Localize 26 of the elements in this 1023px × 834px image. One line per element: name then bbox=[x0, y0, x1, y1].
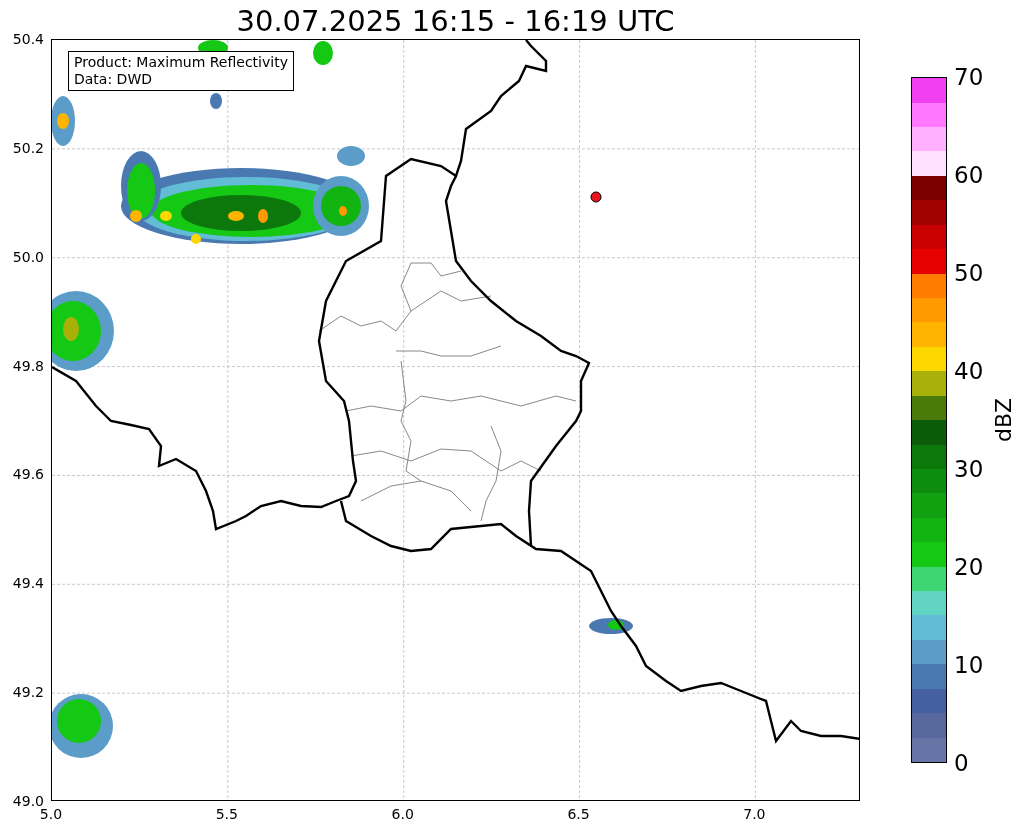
y-tick-label: 50.2 bbox=[11, 139, 44, 157]
colorbar-tick-label: 60 bbox=[954, 162, 984, 188]
colorbar-tick-label: 30 bbox=[954, 456, 984, 482]
x-tick-label: 5.5 bbox=[214, 806, 239, 823]
colorbar-tick-label: 50 bbox=[954, 260, 984, 286]
location-marker-icon bbox=[590, 191, 602, 203]
y-tick-label: 49.0 bbox=[11, 793, 44, 809]
x-tick-label: 6.0 bbox=[390, 806, 415, 823]
y-tick-label: 50.4 bbox=[11, 31, 44, 48]
y-tick-label: 49.6 bbox=[11, 466, 44, 484]
x-tick-label: 5.0 bbox=[38, 806, 64, 823]
colorbar-tick-label: 70 bbox=[954, 64, 984, 90]
colorbar-tick-label: 40 bbox=[954, 358, 984, 384]
colorbar-tick-label: 10 bbox=[954, 652, 984, 678]
y-tick-label: 49.4 bbox=[11, 575, 44, 593]
colorbar-tick-label: 0 bbox=[954, 750, 969, 776]
y-tick-label: 49.2 bbox=[11, 684, 44, 702]
x-tick-label: 6.5 bbox=[566, 806, 591, 823]
x-tick-label: 7.0 bbox=[742, 806, 767, 823]
annotation-text: Product: Maximum Reflectivity bbox=[74, 54, 288, 71]
y-tick-label: 50.0 bbox=[11, 248, 44, 266]
y-tick-label: 49.8 bbox=[11, 357, 44, 375]
chart-title: 30.07.2025 16:15 - 16:19 UTC bbox=[235, 3, 676, 39]
colorbar-label: dBZ bbox=[991, 397, 1018, 443]
annotation-text: Data: DWD bbox=[74, 71, 153, 88]
colorbar-tick-label: 20 bbox=[954, 554, 984, 580]
